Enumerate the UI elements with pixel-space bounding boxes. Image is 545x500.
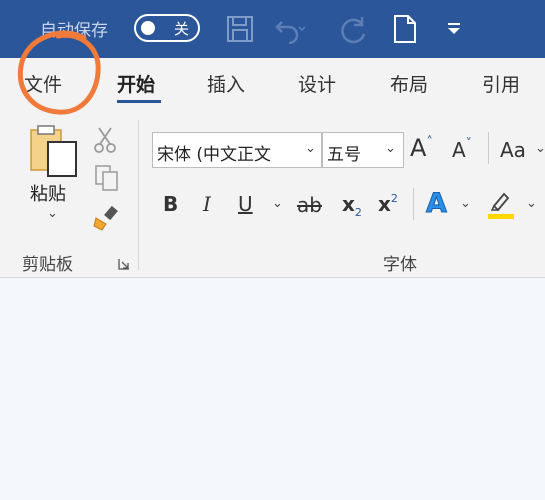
customize-toolbar-icon[interactable] [446,20,462,36]
grow-font-button[interactable]: A˄ [410,134,433,162]
chevron-down-icon[interactable]: ⌄ [460,196,471,211]
tab-layout[interactable]: 布局 [390,70,428,97]
subscript-button[interactable]: x2 [342,192,362,219]
group-divider [138,120,139,270]
paste-dropdown-icon[interactable]: ⌄ [47,206,58,221]
paste-icon[interactable] [28,124,80,180]
title-bar: 自动保存 关 [0,0,545,58]
tab-insert[interactable]: 插入 [207,70,245,97]
cut-icon[interactable] [94,126,116,154]
autosave-toggle[interactable]: 关 [134,14,200,42]
autosave-state: 关 [174,20,190,38]
font-name-value: 宋体 (中文正文 [157,145,272,165]
chevron-down-icon[interactable]: ⌄ [305,141,316,156]
undo-icon[interactable] [273,14,307,44]
font-size-value: 五号 [327,145,361,165]
change-case-button[interactable]: Aa [500,138,526,162]
text-effects-button[interactable]: A [426,188,448,220]
redo-icon[interactable] [338,14,370,46]
chevron-down-icon[interactable]: ⌄ [385,141,396,156]
tab-design[interactable]: 设计 [298,70,336,97]
font-size-combo[interactable]: 五号 ⌄ [322,132,404,168]
dialog-launcher-icon[interactable] [118,258,130,270]
italic-button[interactable]: I [203,192,211,216]
tab-references[interactable]: 引用 [482,70,520,97]
chevron-down-icon[interactable]: ⌄ [272,196,283,211]
save-icon[interactable] [225,14,255,44]
chevron-down-icon[interactable]: ⌄ [535,141,545,156]
strikethrough-button[interactable]: ab [297,193,322,217]
superscript-button[interactable]: x2 [378,192,398,216]
new-document-icon[interactable] [392,14,418,44]
format-painter-icon[interactable] [92,204,120,232]
document-canvas[interactable] [0,279,545,500]
ribbon-home: 粘贴 ⌄ 剪贴板 宋体 (中文正文 ⌄ 五号 ⌄ A˄ A˅ Aa ⌄ B I … [0,108,545,278]
active-tab-indicator [117,100,161,103]
toolbar-divider [488,132,489,164]
highlight-icon[interactable] [486,188,516,220]
toolbar-divider [413,188,414,220]
font-group-label: 字体 [383,255,417,275]
shrink-font-button[interactable]: A˅ [452,136,472,162]
ribbon-tabs: 文件 开始 插入 设计 布局 引用 [0,58,545,108]
bold-button[interactable]: B [163,192,178,216]
autosave-label: 自动保存 [40,21,108,41]
underline-button[interactable]: U [238,192,253,216]
chevron-down-icon[interactable]: ⌄ [526,196,537,211]
paste-label[interactable]: 粘贴 [30,180,66,206]
tab-home[interactable]: 开始 [117,70,155,97]
copy-icon[interactable] [94,164,120,192]
toggle-knob [141,21,155,35]
font-name-combo[interactable]: 宋体 (中文正文 ⌄ [152,132,322,168]
clipboard-group-label: 剪贴板 [22,255,73,275]
tab-file[interactable]: 文件 [24,70,62,97]
